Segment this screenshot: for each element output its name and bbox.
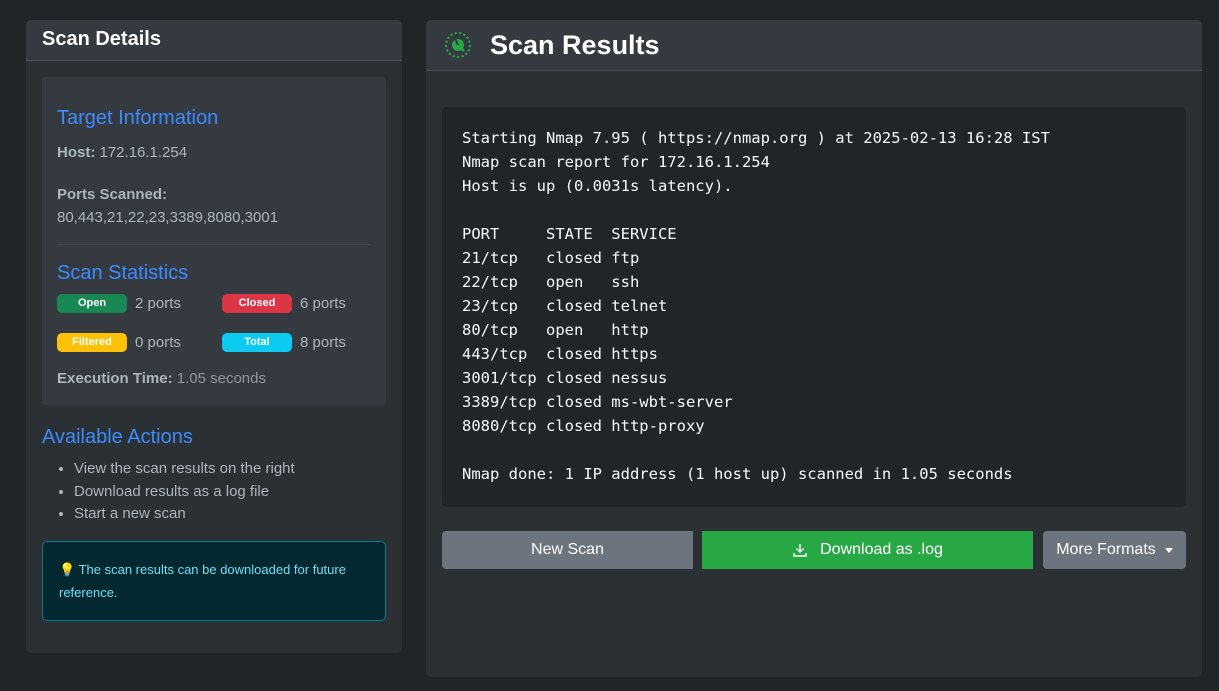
output-line: 23/tcp closed telnet <box>462 297 668 315</box>
total-badge: Total <box>222 333 292 352</box>
host-line: Host: 172.16.1.254 <box>57 144 371 161</box>
closed-count: 6 ports <box>300 295 346 312</box>
target-info-heading: Target Information <box>57 107 219 129</box>
more-formats-dropdown[interactable]: More Formats <box>1043 531 1186 569</box>
output-line: 22/tcp open ssh <box>462 273 640 291</box>
stats-grid: Open 2 ports Closed 6 ports Filtered 0 p… <box>57 285 371 375</box>
output-line: PORT STATE SERVICE <box>462 225 677 243</box>
scan-details-card: Scan Details Target Information Host: 17… <box>26 20 402 653</box>
output-line: 3001/tcp closed nessus <box>462 369 668 387</box>
total-count: 8 ports <box>300 334 346 351</box>
list-item: Download results as a log file <box>74 481 295 504</box>
stat-closed: Closed 6 ports <box>222 294 346 313</box>
open-badge: Open <box>57 294 127 313</box>
stat-filtered: Filtered 0 ports <box>57 333 181 352</box>
divider <box>57 244 371 245</box>
lightbulb-icon: 💡 <box>59 562 76 577</box>
output-line: 443/tcp closed https <box>462 345 658 363</box>
new-scan-button[interactable]: New Scan <box>442 531 693 569</box>
scan-results-title: Scan Results <box>490 29 660 60</box>
output-line: 21/tcp closed ftp <box>462 249 640 267</box>
output-line: Host is up (0.0031s latency). <box>462 177 733 195</box>
list-item: View the scan results on the right <box>74 458 295 481</box>
caret-down-icon <box>1164 547 1173 553</box>
output-line: Nmap done: 1 IP address (1 host up) scan… <box>462 465 1013 483</box>
output-line: Nmap scan report for 172.16.1.254 <box>462 153 770 171</box>
available-actions-heading: Available Actions <box>42 426 193 448</box>
output-line: 80/tcp open http <box>462 321 649 339</box>
ports-value: 80,443,21,22,23,3389,8080,3001 <box>57 209 279 226</box>
download-log-button[interactable]: Download as .log <box>702 531 1033 569</box>
target-info-box: Target Information Host: 172.16.1.254 Po… <box>42 77 386 405</box>
open-count: 2 ports <box>135 295 181 312</box>
exec-value: 1.05 seconds <box>176 370 266 387</box>
filtered-badge: Filtered <box>57 333 127 352</box>
filtered-count: 0 ports <box>135 334 181 351</box>
output-line: 8080/tcp closed http-proxy <box>462 417 705 435</box>
scan-output: Starting Nmap 7.95 ( https://nmap.org ) … <box>442 107 1186 507</box>
scan-results-card: Scan Results Starting Nmap 7.95 ( https:… <box>426 20 1202 677</box>
stat-total: Total 8 ports <box>222 333 346 352</box>
closed-badge: Closed <box>222 294 292 313</box>
radar-icon <box>445 32 471 58</box>
download-icon <box>793 544 807 557</box>
actions-list: View the scan results on the right Downl… <box>74 458 295 526</box>
scan-stats-heading: Scan Statistics <box>57 262 189 284</box>
output-line: 3389/tcp closed ms-wbt-server <box>462 393 733 411</box>
stat-open: Open 2 ports <box>57 294 181 313</box>
exec-label: Execution Time: <box>57 370 173 387</box>
output-line: Starting Nmap 7.95 ( https://nmap.org ) … <box>462 129 1050 147</box>
ports-label: Ports Scanned: <box>57 186 168 203</box>
tip-text: The scan results can be downloaded for f… <box>59 562 346 600</box>
scan-results-header: Scan Results <box>426 20 1202 71</box>
list-item: Start a new scan <box>74 503 295 526</box>
more-formats-label: More Formats <box>1056 541 1156 558</box>
scan-details-title: Scan Details <box>26 20 402 61</box>
download-label: Download as .log <box>820 541 943 558</box>
execution-time: Execution Time: 1.05 seconds <box>57 370 266 387</box>
host-label: Host: <box>57 144 96 161</box>
ports-line: Ports Scanned: 80,443,21,22,23,3389,8080… <box>57 183 371 229</box>
new-scan-label: New Scan <box>531 541 604 558</box>
info-alert: 💡 The scan results can be downloaded for… <box>42 541 386 621</box>
host-value: 172.16.1.254 <box>99 144 188 161</box>
